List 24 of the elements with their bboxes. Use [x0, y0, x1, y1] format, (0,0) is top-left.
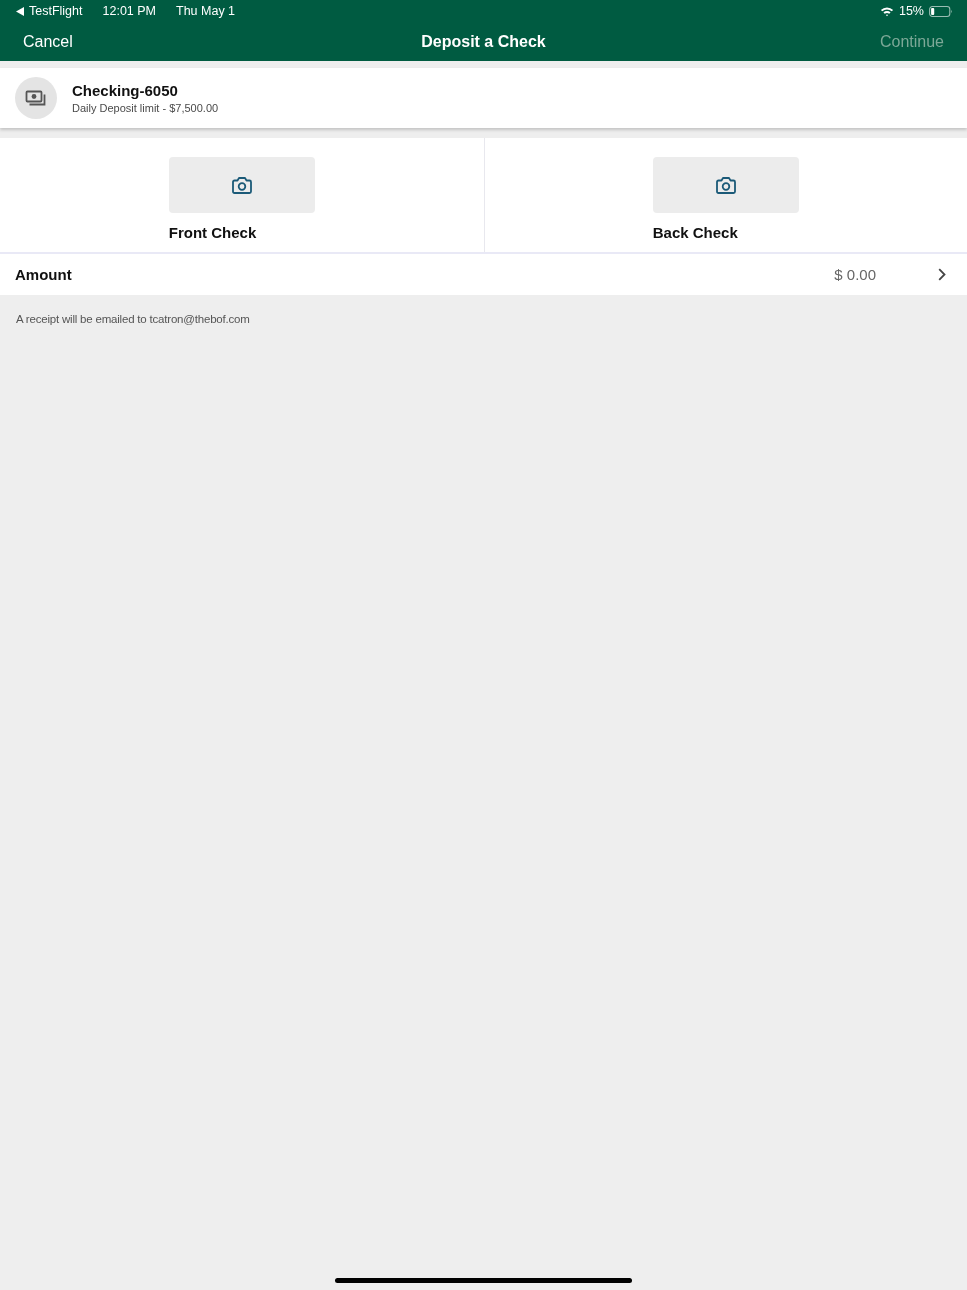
- back-triangle-icon[interactable]: [16, 6, 24, 16]
- capture-button[interactable]: [168, 157, 315, 213]
- cash-icon: [15, 77, 57, 119]
- chevron-right-icon: [938, 268, 946, 281]
- amount-value: $ 0.00: [834, 266, 876, 283]
- battery-icon: [929, 5, 953, 17]
- capture-label: Front Check: [168, 224, 258, 241]
- camera-icon: [231, 176, 252, 194]
- deposit-limit: Daily Deposit limit - $7,500.00: [72, 102, 219, 114]
- status-time: 12:01 PM: [102, 4, 156, 18]
- battery-percent: 15%: [898, 4, 924, 18]
- amount-row[interactable]: Amount $ 0.00: [0, 254, 967, 295]
- back-app-link[interactable]: TestFlight: [29, 4, 83, 18]
- screen-title: Deposit a Check: [421, 32, 546, 51]
- status-date: Thu May 1: [176, 4, 236, 18]
- account-name: Checking-6050: [72, 82, 179, 99]
- camera-icon: [715, 176, 736, 194]
- amount-label: Amount: [15, 266, 72, 283]
- account-card[interactable]: Checking-6050 Daily Deposit limit - $7,500.00: [0, 68, 967, 128]
- wifi-icon: [879, 5, 894, 17]
- capture-label: Back Check: [652, 224, 739, 241]
- cancel-button[interactable]: Cancel: [23, 28, 73, 55]
- capture-button[interactable]: [652, 157, 799, 213]
- receipt-note: A receipt will be emailed to tcatron@thebof.com: [16, 313, 250, 325]
